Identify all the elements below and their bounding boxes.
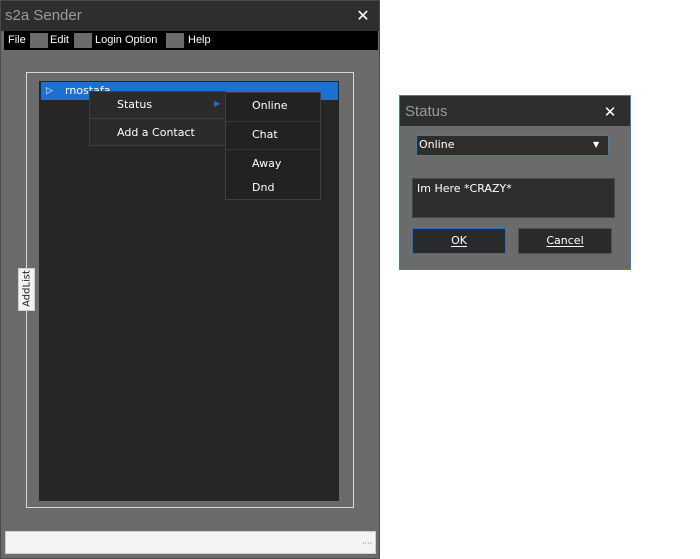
ok-button[interactable]: OK [412, 228, 506, 254]
context-item-label: Add a Contact [117, 126, 195, 139]
submenu-item-chat[interactable]: Chat [226, 122, 320, 146]
menu-separator [166, 33, 184, 48]
triangle-right-icon[interactable]: ▷ [46, 85, 56, 97]
dialog-titlebar[interactable]: Status ✕ [400, 96, 630, 126]
status-message-input[interactable]: Im Here *CRAZY* [412, 178, 615, 218]
main-titlebar[interactable]: s2a Sender ✕ [1, 1, 379, 31]
status-dropdown-value: Online [419, 138, 455, 151]
chevron-down-icon: ▼ [593, 140, 600, 149]
context-item-label: Status [117, 98, 153, 111]
submenu-item-dnd[interactable]: Dnd [226, 175, 320, 199]
status-dialog: Status ✕ Online ▼ Im Here *CRAZY* OK Can… [399, 95, 631, 270]
status-bar: ⠤⠤ [5, 531, 376, 554]
menu-bar: File Edit Login Option Help [4, 31, 378, 50]
submenu-item-label: Chat [252, 128, 278, 141]
ok-button-label: OK [451, 234, 467, 247]
menu-help[interactable]: Help [188, 33, 211, 48]
submenu-item-away[interactable]: Away [226, 151, 320, 175]
cancel-button[interactable]: Cancel [518, 228, 612, 254]
dialog-title: Status [405, 103, 448, 120]
status-submenu: Online Chat Away Dnd [225, 92, 321, 200]
menu-file[interactable]: File [8, 33, 26, 48]
status-message-text: Im Here *CRAZY* [417, 182, 512, 195]
menu-divider [90, 118, 225, 119]
submenu-item-online[interactable]: Online [226, 93, 320, 117]
status-dropdown[interactable]: Online ▼ [416, 135, 609, 156]
menu-edit[interactable]: Edit [50, 33, 69, 48]
addlist-tab[interactable]: AddList [18, 268, 35, 311]
addlist-label: AddList [21, 270, 33, 307]
resize-grip-icon[interactable]: ⠤⠤ [362, 539, 372, 550]
close-icon[interactable]: ✕ [600, 102, 620, 122]
cancel-button-label: Cancel [546, 234, 584, 247]
menu-separator [74, 33, 92, 48]
context-menu: Status ▶ Add a Contact [89, 91, 226, 146]
context-item-status[interactable]: Status ▶ [90, 92, 225, 118]
close-icon[interactable]: ✕ [353, 6, 373, 26]
menu-login-option[interactable]: Login Option [95, 33, 157, 48]
main-window: s2a Sender ✕ File Edit Login Option Help… [0, 0, 380, 559]
submenu-item-label: Online [252, 99, 288, 112]
submenu-item-label: Away [252, 157, 282, 170]
context-item-add-contact[interactable]: Add a Contact [90, 120, 225, 146]
submenu-item-label: Dnd [252, 181, 275, 194]
menu-separator [30, 33, 48, 48]
menu-divider [226, 149, 320, 150]
window-title: s2a Sender [5, 7, 82, 24]
chevron-right-icon: ▶ [214, 99, 221, 108]
